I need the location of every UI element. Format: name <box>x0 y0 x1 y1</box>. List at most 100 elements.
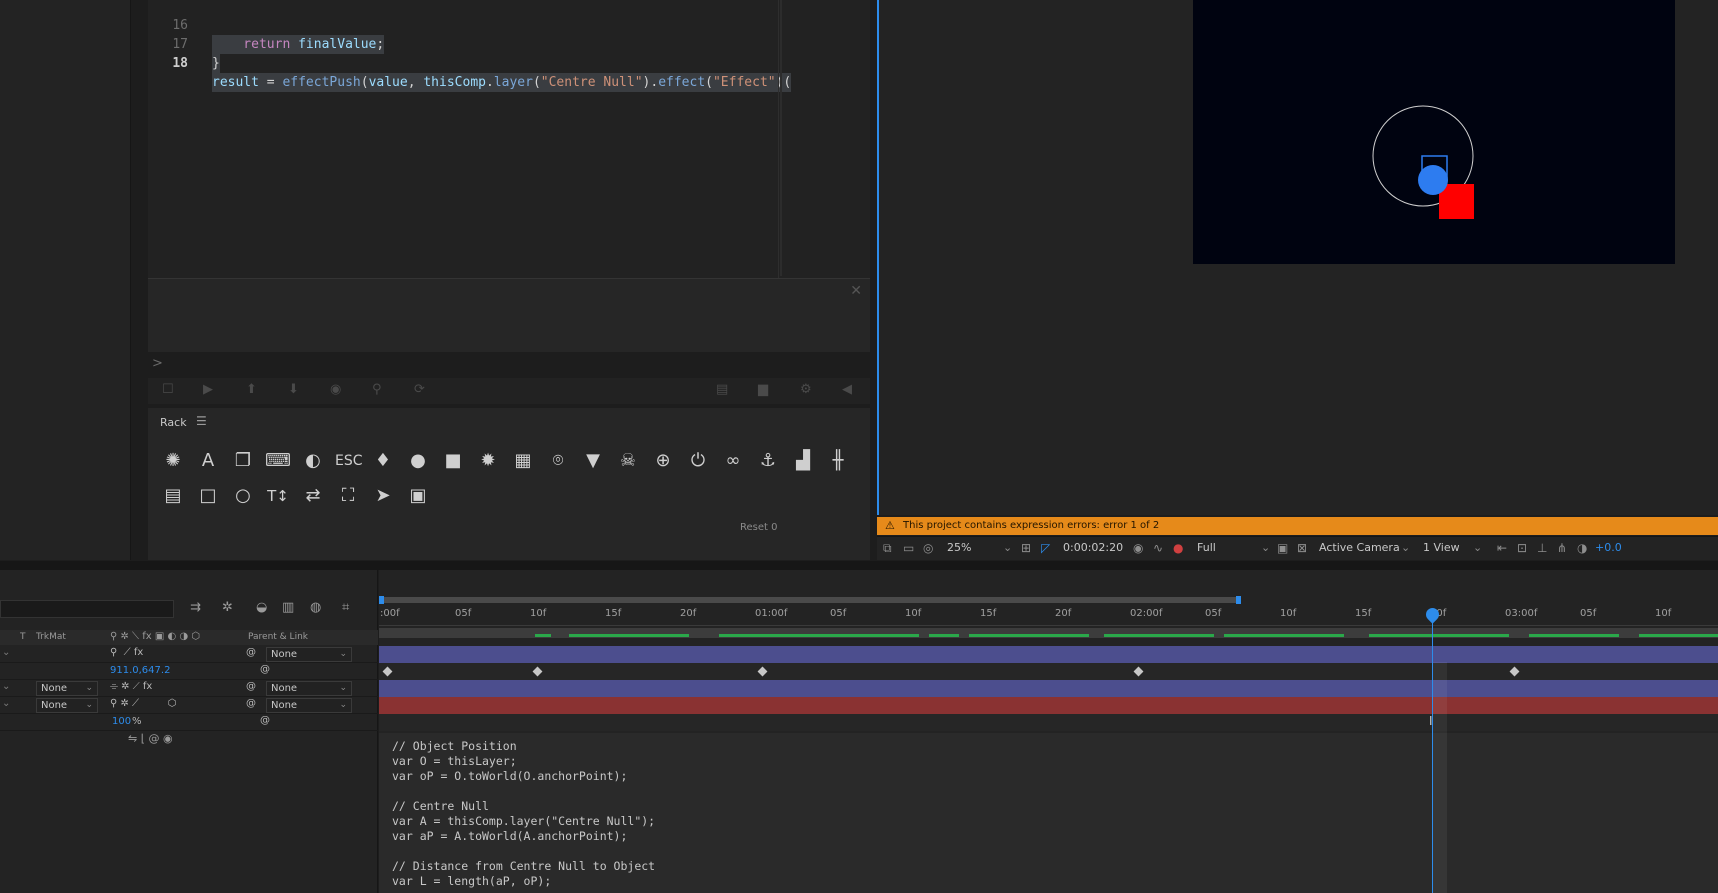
motion-blur-icon[interactable]: ◍ <box>310 600 321 615</box>
pickwhip-icon[interactable]: @ <box>260 715 270 726</box>
image-file-icon[interactable]: ▣ <box>405 483 431 509</box>
circle-icon[interactable]: ○ <box>230 483 256 509</box>
property-track[interactable]: I <box>379 714 1718 731</box>
crosshair-icon[interactable]: ⊕ <box>650 448 676 474</box>
checkbox-icon[interactable]: ☐ <box>162 382 174 397</box>
map-marker-icon[interactable]: ⌾ <box>545 448 571 474</box>
console-prompt[interactable]: > <box>152 356 163 371</box>
keyframe[interactable] <box>382 666 393 677</box>
layer-row[interactable]: ⌄ ⚲ ⟋ fx @ None ⌄ <box>0 646 378 663</box>
scale-value[interactable]: 100 <box>112 716 131 727</box>
graph-editor-icon[interactable]: ⌗ <box>342 600 349 615</box>
property-row[interactable]: 100 % @ <box>0 714 378 731</box>
show-snapshot-icon[interactable]: ∿ <box>1153 541 1163 555</box>
pickwhip-icon[interactable]: @ <box>246 647 256 658</box>
monitor-icon[interactable]: ▭ <box>903 541 914 555</box>
palette-icon[interactable]: ● <box>405 448 431 474</box>
mask-icon[interactable]: ◎ <box>923 541 933 555</box>
parent-select[interactable]: None ⌄ <box>266 681 352 696</box>
view-layout-select[interactable]: 1 View ⌄ <box>1423 541 1483 554</box>
frame-blending-icon[interactable]: ▥ <box>282 600 294 615</box>
folder-icon[interactable]: ▆ <box>758 382 768 397</box>
composition-flowchart-icon[interactable]: ⇉ <box>190 600 201 615</box>
exposure-value[interactable]: +0.0 <box>1595 541 1622 554</box>
link-icon[interactable]: ∞ <box>720 448 746 474</box>
resolution-select[interactable]: Full ⌄ <box>1197 541 1270 554</box>
expression-error-bar[interactable]: ⚠ This project contains expression error… <box>877 517 1718 535</box>
chevron-down-icon[interactable]: ⌄ <box>2 647 10 658</box>
roi-icon[interactable]: ▣ <box>1277 541 1288 555</box>
editor-scrollbar[interactable] <box>780 0 782 276</box>
upload-icon[interactable]: ⬆ <box>246 382 257 397</box>
camera-select[interactable]: Active Camera ⌄ <box>1319 541 1411 554</box>
work-area-start[interactable] <box>379 596 384 604</box>
exposure-reset-icon[interactable]: ◑ <box>1577 541 1587 555</box>
pickwhip-icon[interactable]: @ <box>246 681 256 692</box>
channel-icon[interactable]: ● <box>1173 541 1183 555</box>
playhead-line[interactable] <box>1432 611 1433 893</box>
keyboard-icon[interactable]: ⌨ <box>265 448 291 474</box>
transparency-grid-icon[interactable]: ⊠ <box>1297 541 1307 555</box>
keyframe[interactable] <box>757 666 768 677</box>
bug-icon[interactable]: ✺ <box>160 448 186 474</box>
timeline-expression-field[interactable]: // Object Position var O = thisLayer; va… <box>379 733 1718 893</box>
fit-icon[interactable]: ⊞ <box>1021 541 1031 555</box>
reset-button[interactable]: Reset 0 <box>740 522 777 533</box>
timeline-search-input[interactable] <box>0 600 174 618</box>
text-icon[interactable]: A <box>195 448 221 474</box>
draft-3d-icon[interactable]: ✲ <box>222 600 233 615</box>
speaker-icon[interactable]: ◀ <box>842 382 852 397</box>
power-icon[interactable]: ⏻ <box>685 448 711 474</box>
chart-icon[interactable]: ▟ <box>790 448 816 474</box>
bug-alt-icon[interactable]: ✹ <box>475 448 501 474</box>
flowchart-icon[interactable]: ⋔ <box>1557 541 1567 555</box>
timeline-icon[interactable]: ⊥ <box>1537 541 1547 555</box>
layer-row[interactable]: ⌄ None ⌄ ⌯ ✲ ⟋ fx @ None ⌄ <box>0 680 378 697</box>
timecode[interactable]: 0:00:02:20 <box>1063 541 1123 554</box>
trkmat-select[interactable]: None ⌄ <box>36 698 98 713</box>
keyframe-track[interactable] <box>379 663 1718 680</box>
pointer-icon[interactable]: ➤ <box>370 483 396 509</box>
swap-icon[interactable]: ⇄ <box>300 483 326 509</box>
close-icon[interactable]: ✕ <box>850 283 862 299</box>
layer-switches[interactable]: ⌯ ✲ ⟋ fx <box>110 681 152 692</box>
layer-switches[interactable]: ⚲ ✲ ⟋ ⬡ <box>110 698 176 709</box>
esc-icon[interactable]: ESC <box>335 448 363 474</box>
camera-snapshot-icon[interactable]: ◉ <box>1133 541 1143 555</box>
pickwhip-icon[interactable]: @ <box>260 664 270 675</box>
parent-select[interactable]: None ⌄ <box>266 647 352 662</box>
trkmat-select[interactable]: None ⌄ <box>36 681 98 696</box>
save-icon[interactable]: ▤ <box>716 382 728 397</box>
layer-row[interactable]: ⌄ None ⌄ ⚲ ✲ ⟋ ⬡ @ None ⌄ <box>0 697 378 714</box>
globe-icon[interactable]: ◉ <box>330 382 341 397</box>
pane-divider[interactable] <box>0 561 1718 570</box>
work-area-end[interactable] <box>1236 596 1241 604</box>
play-icon[interactable]: ▶ <box>203 382 213 397</box>
copy-icon[interactable]: ❐ <box>230 448 256 474</box>
transform-icon[interactable]: ⛶ <box>335 483 361 509</box>
snapshot-icon[interactable]: ⧉ <box>883 541 892 556</box>
anchor-icon[interactable]: ⚓ <box>755 448 781 474</box>
square-icon[interactable]: □ <box>195 483 221 509</box>
layer-switches[interactable]: ⚲ ⟋ fx <box>110 647 143 658</box>
fast-preview-icon[interactable]: ⊡ <box>1517 541 1527 555</box>
layer-bar[interactable] <box>379 697 1718 714</box>
keyframe[interactable] <box>1133 666 1144 677</box>
shy-icon[interactable]: ◒ <box>256 600 267 615</box>
code-line-17[interactable]: 17 } <box>148 16 220 73</box>
layer-bar[interactable] <box>379 646 1718 663</box>
chevron-down-icon[interactable]: ⌄ <box>2 698 10 709</box>
toggle-pixel-icon[interactable]: ⇤ <box>1497 541 1507 555</box>
parent-select[interactable]: None ⌄ <box>266 698 352 713</box>
filter-icon[interactable]: ▼ <box>580 448 606 474</box>
download-icon[interactable]: ⬇ <box>288 382 299 397</box>
search-icon[interactable]: ⚲ <box>372 382 382 397</box>
pin-icon[interactable]: ♦ <box>370 448 396 474</box>
sticky-note-icon[interactable]: ■ <box>440 448 466 474</box>
barbell-icon[interactable]: ╫ <box>825 448 851 474</box>
replace-icon[interactable]: ⟳ <box>414 382 425 397</box>
code-line-16[interactable]: 16 return finalValue; <box>148 0 385 54</box>
expression-controls[interactable]: ⇋ ⌊ @ ◉ <box>128 732 173 745</box>
pickwhip-icon[interactable]: @ <box>246 698 256 709</box>
settings-icon[interactable]: ⚙ <box>800 382 812 397</box>
